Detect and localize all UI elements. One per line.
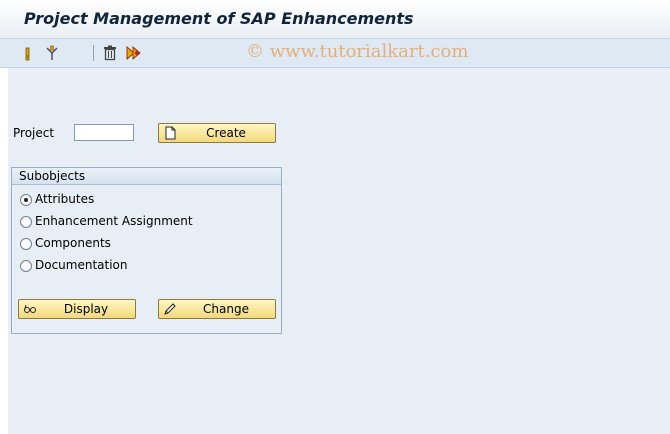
- radio-button[interactable]: [20, 238, 32, 250]
- radio-label-documentation: Documentation: [35, 258, 128, 272]
- create-button[interactable]: Create: [158, 123, 276, 143]
- display-button-label: Display: [63, 302, 109, 316]
- check-icon[interactable]: [125, 44, 143, 62]
- watermark: © www.tutorialkart.com: [246, 41, 469, 62]
- change-button-label: Change: [203, 302, 249, 316]
- project-label: Project: [13, 126, 55, 140]
- pencil-icon: [164, 303, 176, 315]
- radio-label-attributes: Attributes: [35, 192, 95, 206]
- deactivate-icon[interactable]: [43, 44, 61, 62]
- change-button[interactable]: Change: [158, 299, 276, 319]
- project-input[interactable]: [74, 124, 134, 141]
- toolbar-separator: [93, 45, 94, 61]
- create-button-label: Create: [206, 126, 246, 140]
- glasses-icon: [24, 304, 36, 313]
- radio-button-selected[interactable]: [20, 194, 32, 206]
- subobjects-title: Subobjects: [19, 169, 86, 183]
- delete-icon[interactable]: [101, 44, 119, 62]
- radio-button[interactable]: [20, 216, 32, 228]
- title-bar: Project Management of SAP Enhancements: [0, 0, 670, 39]
- radio-label-components: Components: [35, 236, 111, 250]
- radio-button[interactable]: [20, 260, 32, 272]
- subobjects-header: Subobjects: [12, 168, 281, 185]
- page-title: Project Management of SAP Enhancements: [24, 9, 414, 28]
- display-button[interactable]: Display: [18, 299, 136, 319]
- radio-label-enhancement-assignment: Enhancement Assignment: [35, 214, 193, 228]
- activate-icon[interactable]: [19, 44, 37, 62]
- new-document-icon: [165, 126, 176, 140]
